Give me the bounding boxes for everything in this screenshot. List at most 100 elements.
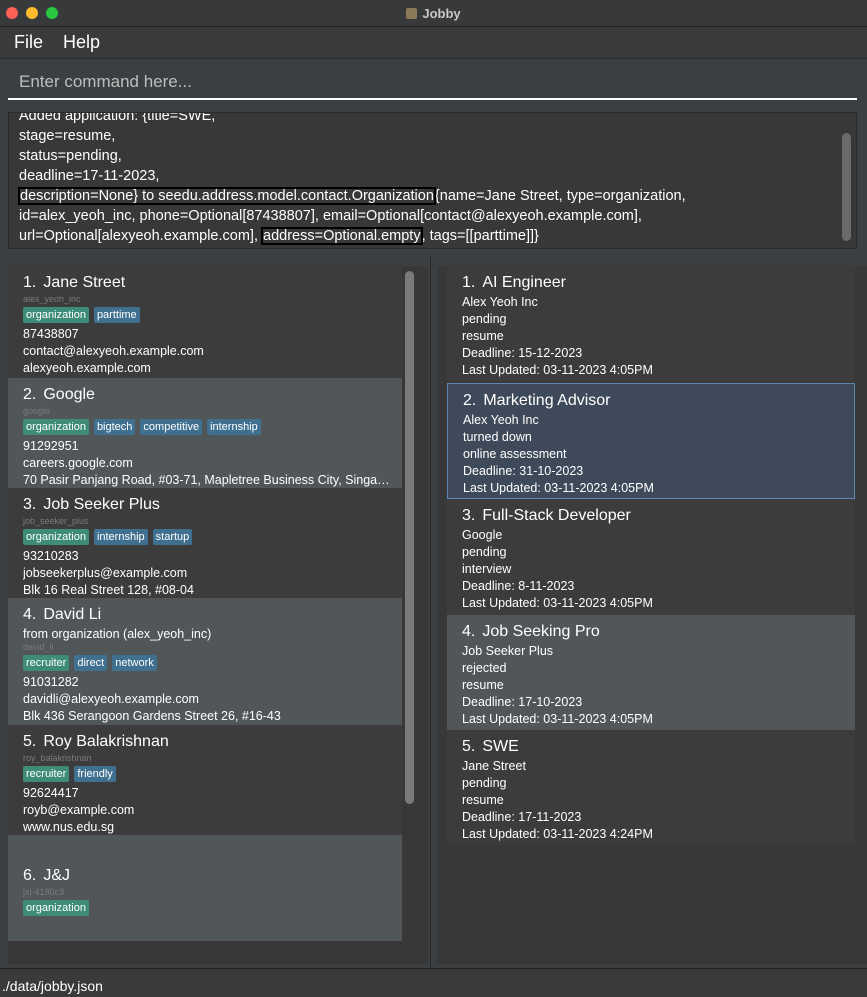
contact-id: david_li <box>23 642 54 652</box>
application-status: rejected <box>462 661 507 675</box>
application-company: Alex Yeoh Inc <box>462 295 538 309</box>
application-card[interactable]: 3. Full-Stack Developer Google pending in… <box>447 499 855 615</box>
application-stage: online assessment <box>463 447 567 461</box>
tag-list: organization internship startup <box>23 529 402 546</box>
result-line: status=pending, <box>19 148 122 164</box>
application-title: 5. SWE <box>462 738 519 755</box>
tag: startup <box>152 529 193 545</box>
contact-email: davidli@alexyeoh.example.com <box>23 692 199 706</box>
contact-id: jxj-4180c3 <box>23 887 65 897</box>
application-deadline: Deadline: 8-11-2023 <box>462 579 575 593</box>
contact-phone: 92624417 <box>23 786 79 800</box>
result-segment: , tags=[[parttime]]} <box>421 228 539 244</box>
contact-url: www.nus.edu.sg <box>23 820 115 834</box>
contact-card[interactable]: 5. Roy Balakrishnan roy_balakrishnan recr… <box>8 725 402 835</box>
highlighted-text: address=Optional.empty <box>261 227 423 245</box>
application-stage: resume <box>462 329 504 343</box>
result-line: url=Optional[alexyeoh.example.com], addr… <box>19 226 839 246</box>
contact-name: 2. Google <box>23 386 95 403</box>
contact-phone: 87438807 <box>23 327 79 341</box>
application-status: pending <box>462 312 507 326</box>
contact-name: 5. Roy Balakrishnan <box>23 733 169 750</box>
application-updated: Last Updated: 03-11-2023 4:05PM <box>462 596 653 610</box>
application-card[interactable]: 5. SWE Jane Street pending resume Deadlin… <box>447 730 855 845</box>
status-bar: ./data/jobby.json <box>0 968 867 997</box>
contact-list-scrollbar[interactable] <box>405 271 414 804</box>
tag: direct <box>74 655 108 671</box>
command-input[interactable] <box>8 65 857 100</box>
application-company: Alex Yeoh Inc <box>463 413 539 427</box>
application-card-selected[interactable]: 2. Marketing Advisor Alex Yeoh Inc turned… <box>447 383 855 499</box>
close-window-button[interactable] <box>6 7 18 19</box>
contact-address: Blk 436 Serangoon Gardens Street 26, #16… <box>23 709 281 723</box>
application-deadline: Deadline: 15-12-2023 <box>462 346 583 360</box>
result-display: Added application: {title=SWE, stage=res… <box>8 112 857 249</box>
contact-phone: 91292951 <box>23 439 79 453</box>
contact-name: 6. J&J <box>23 867 71 884</box>
application-status: turned down <box>463 430 532 444</box>
data-file-path: ./data/jobby.json <box>2 978 103 994</box>
tag-list: recruiter friendly <box>23 766 402 783</box>
tag: recruiter <box>23 766 70 782</box>
contact-address: Blk 16 Real Street 128, #08-04 <box>23 583 194 597</box>
contact-phone: 93210283 <box>23 549 79 563</box>
contact-name: 4. David Li <box>23 606 102 623</box>
maximize-window-button[interactable] <box>46 7 58 19</box>
contact-card[interactable]: 2. Google google organization bigtech com… <box>8 378 402 488</box>
menu-file[interactable]: File <box>0 32 43 53</box>
title-bar: Jobby <box>0 0 867 27</box>
application-company: Google <box>462 528 503 542</box>
app-icon <box>406 7 418 19</box>
contact-list: 1. Jane Street alex_yeoh_inc organization… <box>8 266 428 964</box>
tag-list: organization bigtech competitive interns… <box>23 419 402 436</box>
contact-phone: 91031282 <box>23 675 79 689</box>
contact-card[interactable]: 6. J&J jxj-4180c3 organization <box>8 835 402 941</box>
application-list: 1. AI Engineer Alex Yeoh Inc pending resu… <box>437 266 867 964</box>
tag: internship <box>93 529 148 545</box>
main-panes: 1. Jane Street alex_yeoh_inc organization… <box>0 256 867 968</box>
application-title: 3. Full-Stack Developer <box>462 507 631 524</box>
tag: organization <box>23 307 89 323</box>
application-stage: resume <box>462 793 504 807</box>
contact-card[interactable]: 3. Job Seeker Plus job_seeker_plus organi… <box>8 488 402 598</box>
highlighted-text: description=None} to seedu.address.model… <box>18 187 436 205</box>
application-company: Job Seeker Plus <box>462 644 554 658</box>
pane-divider[interactable] <box>430 256 431 968</box>
result-line: description=None} to seedu.address.model… <box>18 186 839 206</box>
application-title: 1. AI Engineer <box>462 274 566 291</box>
result-line: deadline=17-11-2023, <box>19 168 160 184</box>
window-title: Jobby <box>422 5 461 21</box>
result-scrollbar[interactable] <box>842 133 851 241</box>
minimize-window-button[interactable] <box>26 7 38 19</box>
application-updated: Last Updated: 03-11-2023 4:05PM <box>462 363 653 377</box>
command-area <box>0 59 867 107</box>
window-controls <box>6 7 58 19</box>
contact-name: 1. Jane Street <box>23 274 126 291</box>
contact-id: roy_balakrishnan <box>23 753 92 763</box>
tag-list: organization <box>23 900 402 917</box>
application-title: 2. Marketing Advisor <box>463 392 611 409</box>
tag: organization <box>23 900 89 916</box>
result-line: Added application: {title=SWE, <box>19 112 216 124</box>
application-card[interactable]: 1. AI Engineer Alex Yeoh Inc pending resu… <box>447 266 855 382</box>
tag-list: recruiter direct network <box>23 655 402 672</box>
contact-id: alex_yeoh_inc <box>23 294 81 304</box>
tag: recruiter <box>23 655 70 671</box>
result-line: id=alex_yeoh_inc, phone=Optional[8743880… <box>19 208 642 224</box>
application-card[interactable]: 4. Job Seeking Pro Job Seeker Plus reject… <box>447 615 855 730</box>
contact-email: jobseekerplus@example.com <box>23 566 188 580</box>
application-status: pending <box>462 545 507 559</box>
tag: internship <box>207 419 261 435</box>
tag: network <box>112 655 157 671</box>
contact-address: 70 Pasir Panjang Road, #03-71, Mapletree… <box>23 473 395 487</box>
contact-card[interactable]: 1. Jane Street alex_yeoh_inc organization… <box>8 266 402 378</box>
menu-help[interactable]: Help <box>49 32 100 53</box>
contact-card[interactable]: 4. David Li from organization (alex_yeoh_… <box>8 598 402 725</box>
menu-bar: File Help <box>0 27 867 59</box>
tag: competitive <box>140 419 203 435</box>
application-updated: Last Updated: 03-11-2023 4:05PM <box>463 481 654 495</box>
tag: bigtech <box>93 419 136 435</box>
tag: organization <box>23 529 89 545</box>
contact-url: alexyeoh.example.com <box>23 361 151 375</box>
contact-email: royb@example.com <box>23 803 135 817</box>
